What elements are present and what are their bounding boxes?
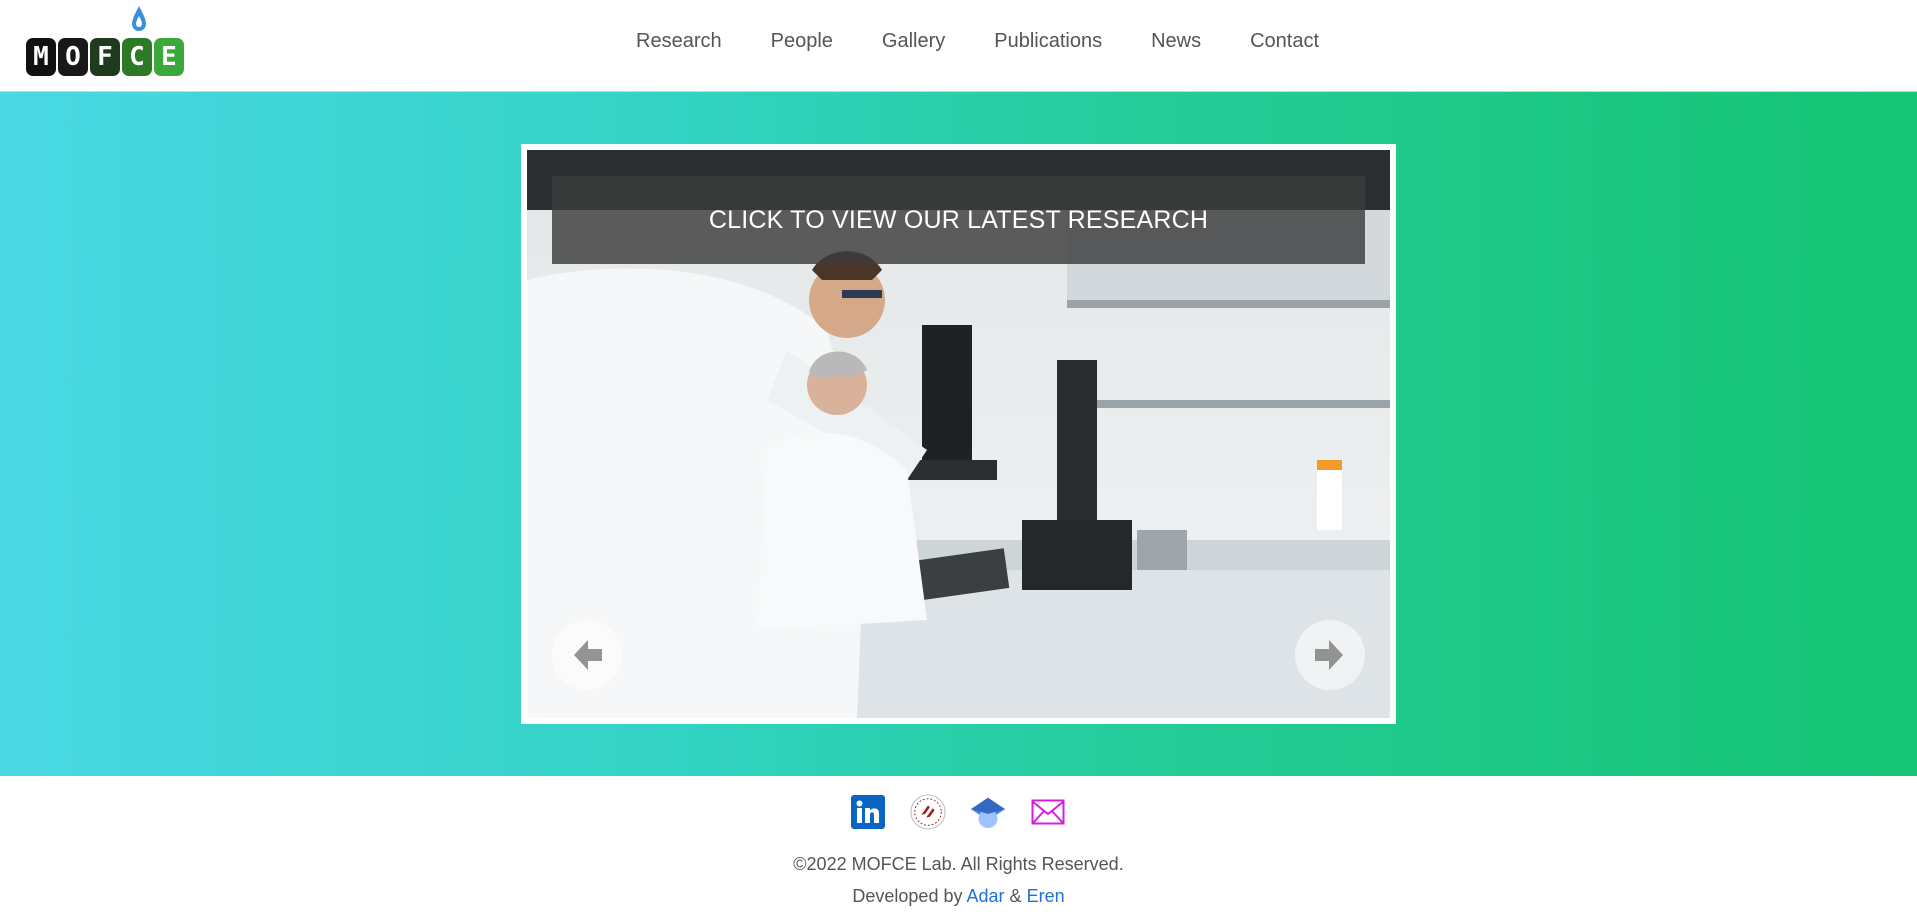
water-drop-icon — [132, 6, 146, 31]
social-links — [850, 794, 1066, 830]
university-link[interactable] — [910, 794, 946, 830]
arrow-left-icon — [574, 640, 602, 670]
email-link[interactable] — [1030, 794, 1066, 830]
logo-letter: C — [122, 38, 152, 76]
logo-letter: E — [154, 38, 184, 76]
mail-icon — [1031, 799, 1065, 825]
nav-research[interactable]: Research — [636, 30, 722, 53]
site-header: M O F C E Research People Gallery Public… — [0, 0, 1917, 92]
slider-prev-button[interactable] — [552, 620, 622, 690]
linkedin-link[interactable] — [850, 794, 886, 830]
linkedin-icon — [851, 795, 885, 829]
arrow-right-icon — [1315, 640, 1343, 670]
nav-people[interactable]: People — [771, 30, 833, 53]
mofce-logo[interactable]: M O F C E — [26, 4, 184, 80]
slide-lab-photo[interactable]: CLICK TO VIEW OUR LATEST RESEARCH — [527, 150, 1390, 718]
nav-publications[interactable]: Publications — [994, 30, 1102, 53]
logo-letter: M — [26, 38, 56, 76]
copyright-text: ©2022 MOFCE Lab. All Rights Reserved. — [793, 854, 1124, 874]
logo-letter: F — [90, 38, 120, 76]
nav-news[interactable]: News — [1151, 30, 1201, 53]
developer-link-adar[interactable]: Adar — [966, 886, 1004, 906]
logo-letters: M O F C E — [26, 38, 184, 76]
main-nav: Research People Gallery Publications New… — [636, 30, 1319, 53]
google-scholar-link[interactable] — [970, 794, 1006, 830]
nav-gallery[interactable]: Gallery — [882, 30, 945, 53]
slider-next-button[interactable] — [1295, 620, 1365, 690]
university-seal-icon — [910, 794, 946, 830]
developer-credits: Developed by Adar & Eren — [0, 886, 1917, 907]
developed-by-label: Developed by — [852, 886, 963, 906]
site-footer: ©2022 MOFCE Lab. All Rights Reserved. De… — [0, 776, 1917, 922]
credits-separator: & — [1009, 886, 1022, 906]
developer-link-eren[interactable]: Eren — [1027, 886, 1065, 906]
graduation-cap-icon — [970, 797, 1006, 829]
nav-contact[interactable]: Contact — [1250, 30, 1319, 53]
latest-research-banner[interactable]: CLICK TO VIEW OUR LATEST RESEARCH — [552, 176, 1365, 264]
image-slider: CLICK TO VIEW OUR LATEST RESEARCH — [521, 144, 1396, 724]
logo-letter: O — [58, 38, 88, 76]
